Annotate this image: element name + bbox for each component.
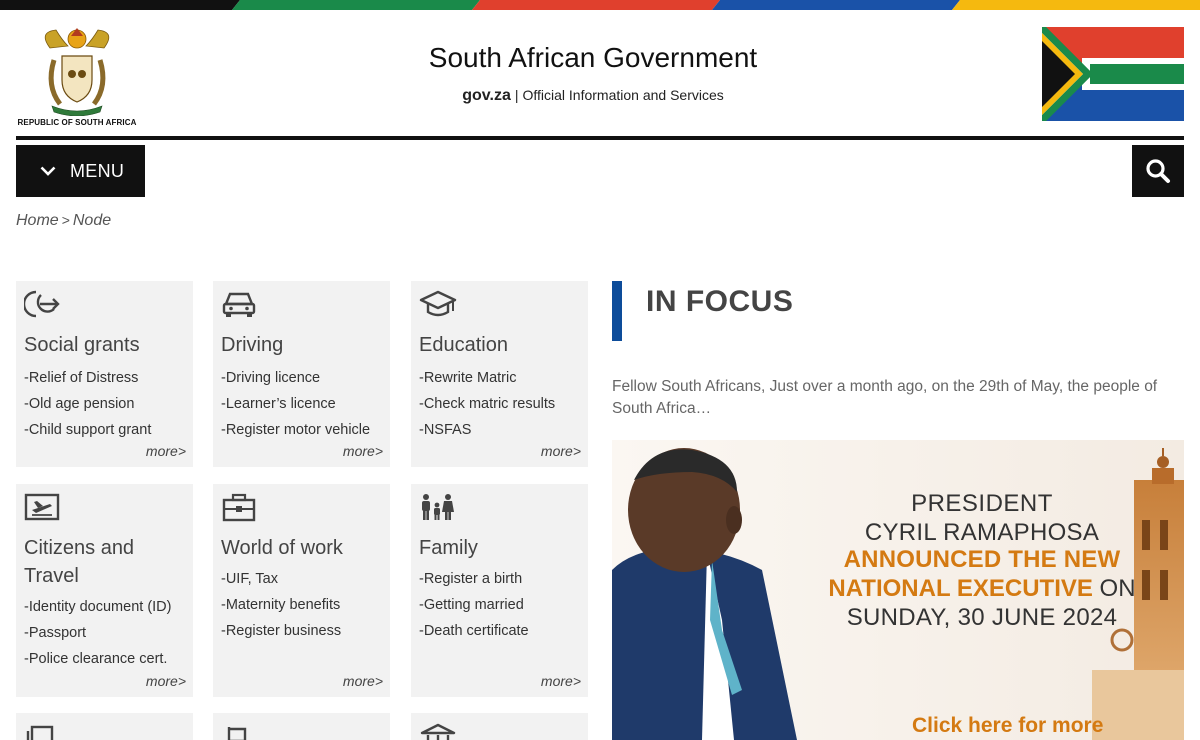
site-tagline: Official Information and Services [522, 87, 724, 103]
car-icon [222, 292, 256, 317]
card-link[interactable]: -Register a birth [419, 566, 529, 592]
banner-cta-link[interactable]: Click here for more [912, 714, 1103, 738]
coat-of-arms-label: REPUBLIC OF SOUTH AFRICA [17, 118, 137, 127]
in-focus-excerpt[interactable]: Fellow South Africans, Just over a month… [612, 376, 1184, 420]
in-focus-banner[interactable]: PRESIDENT CYRIL RAMAPHOSA ANNOUNCED THE … [612, 440, 1184, 740]
card-title: Driving [221, 334, 284, 356]
site-subtitle: gov.za | Official Information and Services [0, 87, 1186, 105]
more-link[interactable]: more> [541, 443, 581, 459]
building-icon [420, 723, 456, 740]
subtitle-separator: | [514, 87, 519, 103]
card-link[interactable]: -NSFAS [419, 417, 555, 443]
menu-label: MENU [70, 160, 125, 181]
card-partial[interactable] [16, 713, 193, 740]
card-link[interactable]: -Maternity benefits [221, 592, 341, 618]
card-title: Citizens and Travel [24, 537, 135, 587]
banner-line-2: CYRIL RAMAPHOSA [864, 519, 1100, 546]
more-link[interactable]: more> [146, 443, 186, 459]
card-family[interactable]: Family -Register a birth -Getting marrie… [411, 484, 588, 697]
card-link[interactable]: -Learner’s licence [221, 391, 370, 417]
card-link[interactable]: -Getting married [419, 592, 529, 618]
card-link[interactable]: -Identity document (ID) [24, 594, 171, 620]
card-partial[interactable] [213, 713, 390, 740]
banner-line-4-rest: ON [1092, 575, 1136, 602]
card-link[interactable]: -Driving licence [221, 365, 370, 391]
card-title: Education [419, 334, 508, 356]
plane-ticket-icon [24, 493, 60, 521]
header-divider [16, 136, 1184, 140]
breadcrumb-separator: > [61, 212, 70, 228]
graduation-cap-icon [419, 290, 457, 317]
card-link[interactable]: -Old age pension [24, 391, 151, 417]
card-title: Family [419, 537, 478, 559]
site-domain: gov.za [462, 87, 511, 104]
card-link[interactable]: -Relief of Distress [24, 365, 151, 391]
banner-line-4: NATIONAL EXECUTIVE ON [762, 575, 1184, 603]
card-partial[interactable] [411, 713, 588, 740]
card-link[interactable]: -Death certificate [419, 618, 529, 644]
card-link[interactable]: -Register business [221, 618, 341, 644]
site-title: South African Government [428, 42, 758, 73]
card-link[interactable]: -Child support grant [24, 417, 151, 443]
more-link[interactable]: more> [343, 673, 383, 689]
breadcrumb: Home > Node [16, 212, 111, 230]
banner-line-5: SUNDAY, 30 JUNE 2024 [846, 604, 1118, 631]
card-education[interactable]: Education -Rewrite Matric -Check matric … [411, 281, 588, 467]
card-link[interactable]: -Register motor vehicle [221, 417, 370, 443]
card-link[interactable]: -Passport [24, 620, 171, 646]
search-icon [1146, 159, 1170, 183]
site-header: REPUBLIC OF SOUTH AFRICA South African G… [0, 10, 1200, 138]
more-link[interactable]: more> [541, 673, 581, 689]
breadcrumb-current: Node [72, 212, 112, 229]
family-icon [422, 494, 454, 520]
south-african-flag [1042, 23, 1184, 125]
card-social-grants[interactable]: Social grants -Relief of Distress -Old a… [16, 281, 193, 467]
card-title: Social grants [24, 334, 140, 356]
document-icon [26, 725, 54, 740]
flag-color-stripe [0, 0, 1200, 10]
card-link[interactable]: -Check matric results [419, 391, 555, 417]
card-title: World of work [221, 537, 343, 559]
breadcrumb-home-link[interactable]: Home [16, 212, 59, 229]
flag-icon [227, 727, 247, 740]
card-citizens-travel[interactable]: Citizens and Travel -Identity document (… [16, 484, 193, 697]
card-driving[interactable]: Driving -Driving licence -Learner’s lice… [213, 281, 390, 467]
more-link[interactable]: more> [343, 443, 383, 459]
menu-button[interactable]: MENU [16, 145, 145, 197]
card-world-of-work[interactable]: World of work -UIF, Tax -Maternity benef… [213, 484, 390, 697]
in-focus-heading: IN FOCUS [646, 285, 794, 318]
briefcase-icon [222, 493, 256, 522]
card-link[interactable]: -Rewrite Matric [419, 365, 555, 391]
coat-of-arms-logo[interactable]: REPUBLIC OF SOUTH AFRICA [16, 26, 138, 127]
more-link[interactable]: more> [146, 673, 186, 689]
banner-line-1: PRESIDENT [911, 490, 1053, 517]
banner-line-3: ANNOUNCED THE NEW [843, 546, 1121, 573]
focus-accent-bar [612, 281, 622, 341]
card-link[interactable]: -Police clearance cert. [24, 646, 171, 672]
search-button[interactable] [1132, 145, 1184, 197]
chevron-down-icon [40, 166, 56, 176]
banner-line-4-bold: NATIONAL EXECUTIVE [828, 575, 1093, 602]
social-grants-icon [24, 290, 60, 318]
card-link[interactable]: -UIF, Tax [221, 566, 341, 592]
